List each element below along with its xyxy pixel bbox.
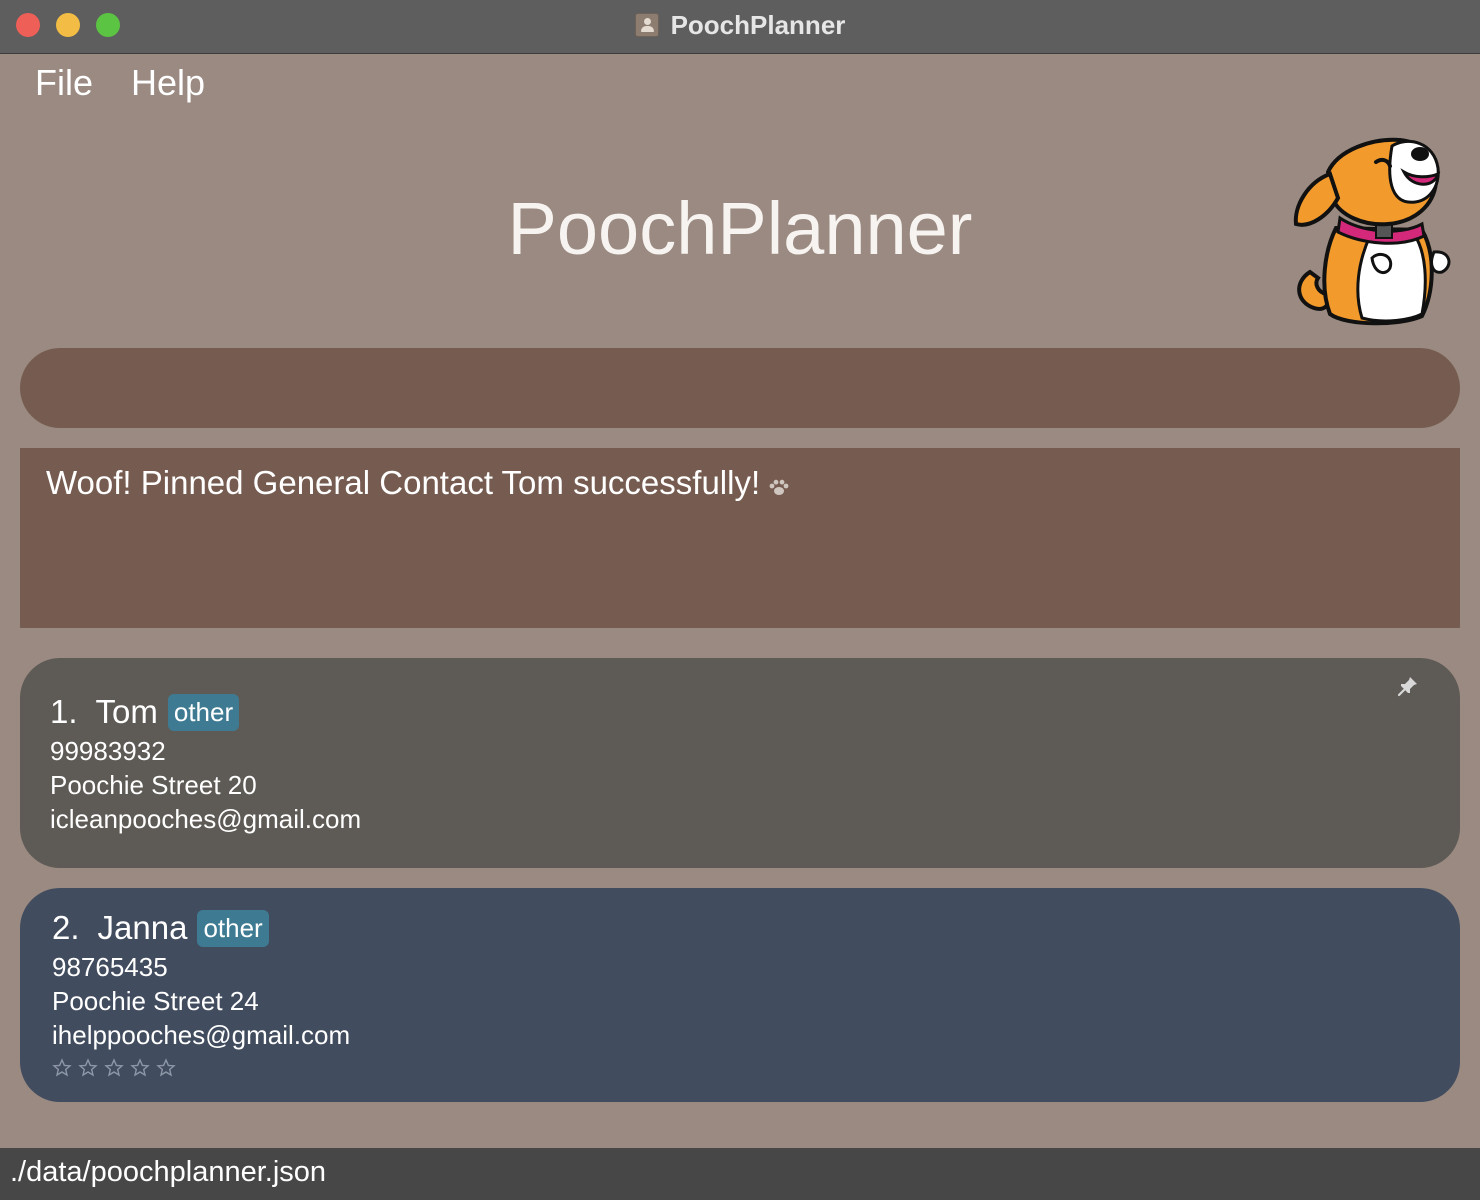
menu-help[interactable]: Help: [131, 62, 205, 104]
window-title-group: PoochPlanner: [0, 0, 1480, 50]
paw-icon: [769, 479, 789, 495]
star-icon: [156, 1058, 176, 1077]
result-message: Woof! Pinned General Contact Tom success…: [46, 464, 761, 501]
star-icon: [130, 1058, 150, 1077]
contact-name: Janna: [97, 909, 188, 946]
contact-address: Poochie Street 24: [52, 986, 259, 1016]
contact-card[interactable]: 2. Janna other 98765435 Poochie Street 2…: [20, 888, 1460, 1102]
contact-phone: 99983932: [50, 736, 166, 766]
contact-card[interactable]: 1. Tom other 99983932 Poochie Street 20 …: [20, 658, 1460, 868]
pin-icon: [1397, 677, 1417, 697]
save-file-path: ./data/poochplanner.json: [10, 1156, 327, 1188]
dog-mascot-icon: [1293, 137, 1451, 326]
menu-file[interactable]: File: [35, 62, 93, 104]
contact-tag: other: [167, 693, 240, 731]
star-icon: [52, 1058, 72, 1077]
contact-email: ihelppooches@gmail.com: [52, 1020, 351, 1050]
star-icon: [78, 1058, 98, 1077]
contact-phone: 98765435: [52, 952, 168, 982]
contact-index: 2.: [52, 909, 80, 946]
app-header-title: PoochPlanner: [507, 187, 973, 270]
window-title: PoochPlanner: [670, 9, 846, 40]
contact-address: Poochie Street 20: [50, 770, 257, 800]
star-icon: [104, 1058, 124, 1077]
result-display: Woof! Pinned General Contact Tom success…: [20, 448, 1460, 628]
contact-details: 99983932 Poochie Street 20 icleanpooches…: [50, 734, 1430, 836]
app-icon: [634, 13, 659, 37]
title-bar: PoochPlanner: [0, 0, 1480, 54]
contact-details: 98765435 Poochie Street 24 ihelppooches@…: [52, 950, 1428, 1052]
contact-name: Tom: [95, 693, 158, 730]
menu-bar: File Help: [35, 62, 205, 104]
contact-email: icleanpooches@gmail.com: [50, 804, 362, 834]
rating-stars: [52, 1058, 1428, 1078]
contact-header: 1. Tom other: [50, 692, 1430, 732]
result-line: Woof! Pinned General Contact Tom success…: [46, 464, 1434, 502]
status-bar: ./data/poochplanner.json: [0, 1148, 1480, 1200]
contact-tag: other: [197, 909, 269, 947]
command-input[interactable]: [20, 348, 1460, 428]
contact-header: 2. Janna other: [52, 908, 1428, 948]
contact-index: 1.: [50, 693, 78, 730]
